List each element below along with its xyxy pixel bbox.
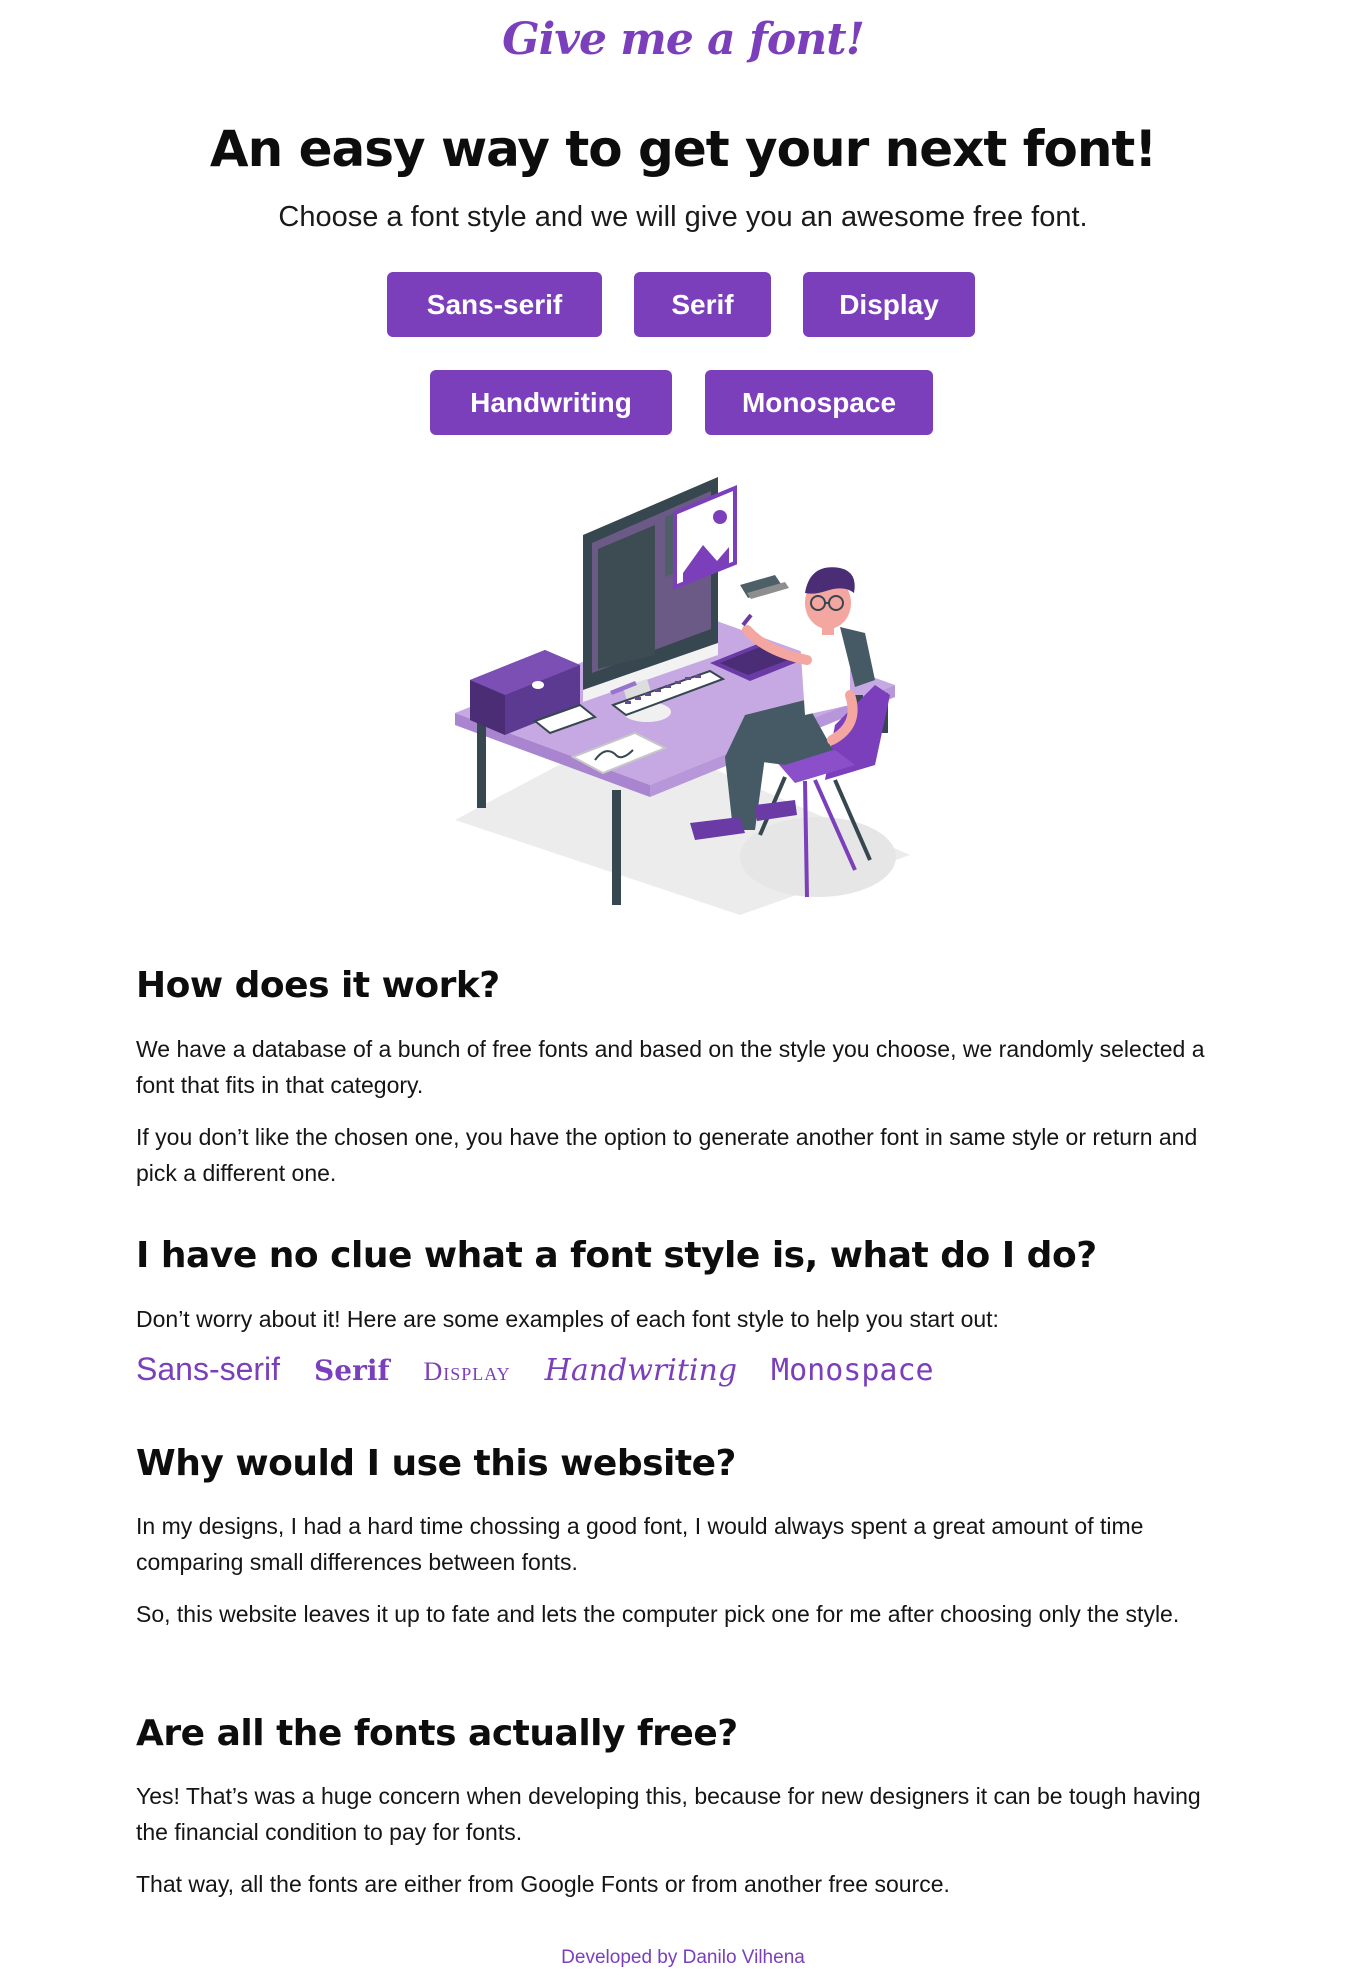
faq-heading-how-it-works: How does it work?	[136, 965, 500, 1006]
sample-sans-serif: Sans-serif	[136, 1351, 281, 1387]
sample-handwriting: Handwriting	[544, 1353, 738, 1388]
person-at-desk-illustration	[455, 477, 910, 915]
monospace-button[interactable]: Monospace	[705, 370, 933, 435]
sample-serif: Serif	[314, 1354, 390, 1387]
sans-serif-button[interactable]: Sans-serif	[387, 272, 602, 337]
serif-button[interactable]: Serif	[634, 272, 771, 337]
sample-display: Display	[423, 1357, 511, 1386]
footer: Developed by Danilo Vilhena	[0, 1947, 1366, 1969]
handwriting-button[interactable]: Handwriting	[430, 370, 672, 435]
sample-monospace: Monospace	[771, 1353, 934, 1388]
faq-paragraph: Don’t worry about it! Here are some exam…	[136, 1306, 999, 1332]
faq-paragraph: So, this website leaves it up to fate an…	[136, 1601, 1180, 1627]
developer-credit-link[interactable]: Developed by Danilo Vilhena	[561, 1947, 805, 1968]
faq-heading-why-use: Why would I use this website?	[136, 1443, 736, 1484]
faq-paragraph: Yes! That’s was a huge concern when deve…	[136, 1783, 1201, 1845]
site-logo[interactable]: Give me a font!	[0, 14, 1366, 65]
hero-title: An easy way to get your next font!	[209, 120, 1157, 178]
faq-heading-font-style: I have no clue what a font style is, wha…	[136, 1235, 1097, 1276]
font-style-samples: Sans-serif Serif Display Handwriting Mon…	[136, 1351, 934, 1388]
hero-subtitle: Choose a font style and we will give you…	[278, 201, 1088, 233]
display-button[interactable]: Display	[803, 272, 975, 337]
faq-paragraph: We have a database of a bunch of free fo…	[136, 1036, 1205, 1098]
faq-paragraph: In my designs, I had a hard time chossin…	[136, 1513, 1144, 1575]
faq-heading-free: Are all the fonts actually free?	[136, 1713, 738, 1754]
faq-paragraph: That way, all the fonts are either from …	[136, 1871, 950, 1897]
faq-paragraph: If you don’t like the chosen one, you ha…	[136, 1124, 1198, 1186]
